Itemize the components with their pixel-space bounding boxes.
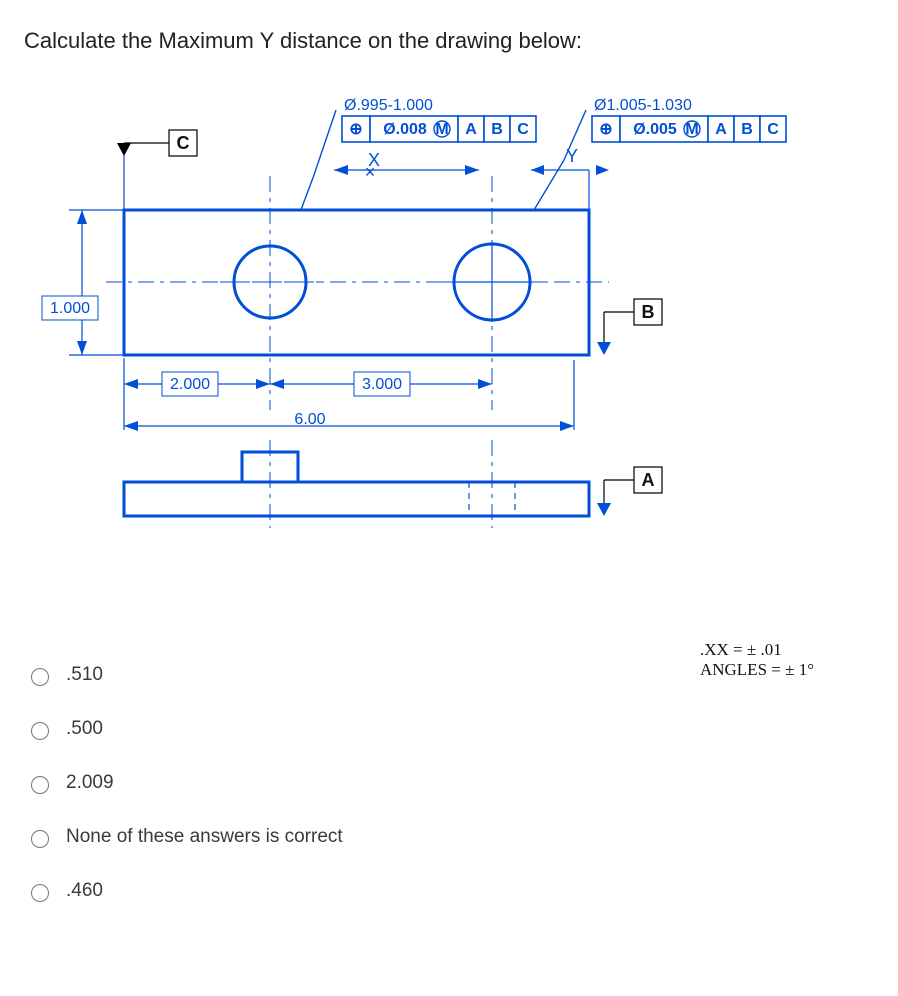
svg-text:B: B [642, 302, 655, 322]
engineering-drawing: Ø.995-1.000 ⊕ Ø.008 M A B C [24, 80, 874, 640]
svg-text:6.00: 6.00 [294, 411, 325, 428]
hole2-dia: Ø1.005-1.030 [594, 97, 692, 114]
option-d-radio[interactable] [31, 830, 49, 848]
svg-text:⊕: ⊕ [349, 121, 362, 138]
option-d-label[interactable]: None of these answers is correct [66, 826, 343, 848]
svg-text:C: C [767, 121, 779, 138]
tolerance-notes: .XX = ± .01 ANGLES = ± 1° [700, 640, 814, 680]
dim-y: Y [531, 146, 609, 210]
datum-b: B [597, 299, 662, 355]
svg-text:A: A [642, 470, 655, 490]
svg-text:B: B [491, 121, 503, 138]
option-c-label[interactable]: 2.009 [66, 772, 114, 794]
svg-text:A: A [465, 121, 477, 138]
svg-text:Ø.008: Ø.008 [383, 121, 427, 138]
svg-text:Y: Y [566, 146, 578, 166]
option-c-radio[interactable] [31, 776, 49, 794]
svg-text:Ø.005: Ø.005 [633, 121, 677, 138]
svg-text:2.000: 2.000 [170, 376, 210, 393]
dim-x: X × [334, 150, 479, 182]
option-b: .500 [26, 702, 872, 756]
svg-text:B: B [741, 121, 753, 138]
option-e-radio[interactable] [31, 884, 49, 902]
svg-text:C: C [177, 133, 190, 153]
svg-text:C: C [517, 121, 529, 138]
option-e: .460 [26, 864, 872, 918]
svg-text:3.000: 3.000 [362, 376, 402, 393]
datum-a: A [597, 467, 662, 516]
option-e-label[interactable]: .460 [66, 880, 103, 902]
question-text: Calculate the Maximum Y distance on the … [24, 28, 874, 54]
option-b-label[interactable]: .500 [66, 718, 103, 740]
svg-text:A: A [715, 121, 727, 138]
svg-text:1.000: 1.000 [50, 300, 90, 317]
option-b-radio[interactable] [31, 722, 49, 740]
svg-text:×: × [365, 162, 376, 182]
svg-text:M: M [685, 121, 698, 138]
svg-text:⊕: ⊕ [599, 121, 612, 138]
dim-3000: 3.000 [270, 372, 492, 396]
option-c: 2.009 [26, 756, 872, 810]
hole1-dia: Ø.995-1.000 [344, 97, 433, 114]
side-view [124, 440, 589, 528]
dim-2000: 2.000 [124, 358, 270, 430]
option-d: None of these answers is correct [26, 810, 872, 864]
answer-options: .510 .500 2.009 None of these answers is… [24, 640, 874, 926]
option-a-radio[interactable] [31, 668, 49, 686]
option-a-label[interactable]: .510 [66, 664, 103, 686]
svg-text:M: M [435, 121, 448, 138]
